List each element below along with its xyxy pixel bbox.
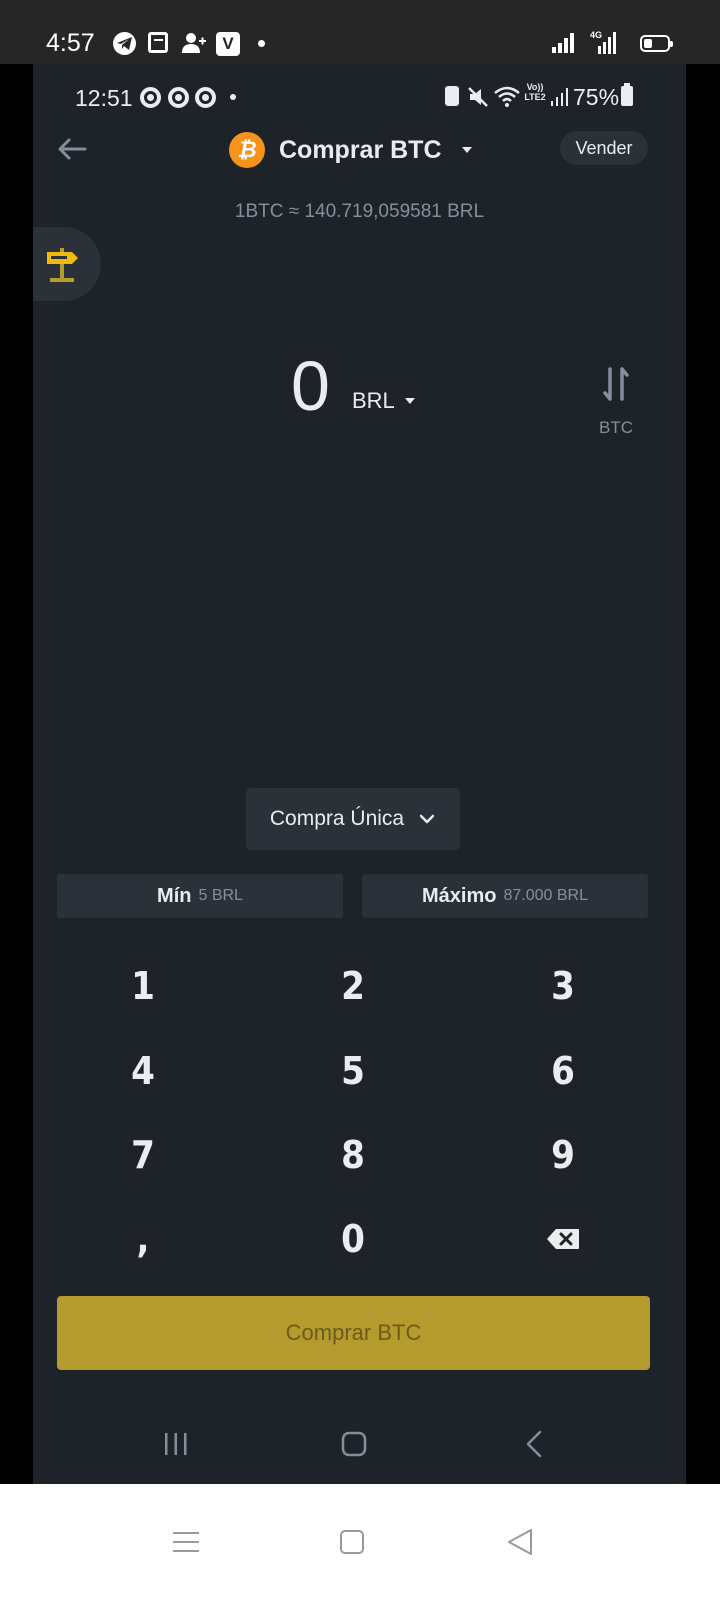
purchase-type-label: Compra Única xyxy=(269,807,405,830)
max-limit-button[interactable]: Máximo 87.000 BRL xyxy=(362,874,648,918)
battery-icon xyxy=(621,83,633,106)
bitcoin-icon: ₿ xyxy=(229,132,265,168)
left-bezel xyxy=(0,64,33,1513)
key-5[interactable]: 5 xyxy=(253,1029,453,1113)
volte-indicator: Vo)) LTE2 xyxy=(524,82,546,102)
key-decimal[interactable]: , xyxy=(43,1197,243,1281)
min-value: 5 BRL xyxy=(198,887,243,904)
key-2[interactable]: 2 xyxy=(253,944,453,1028)
backspace-icon xyxy=(547,1229,579,1249)
outer-time: 4:57 xyxy=(46,29,95,57)
caret-down-icon xyxy=(461,147,472,153)
inner-nav-bar xyxy=(33,1404,686,1484)
chrome-icon xyxy=(195,87,216,108)
key-8[interactable]: 8 xyxy=(253,1113,453,1197)
inner-status-bar: 12:51 Vo)) LTE2 75% xyxy=(33,64,686,122)
signpost-icon xyxy=(47,248,78,282)
max-label: Máximo xyxy=(422,884,497,907)
back-nav-button[interactable] xyxy=(514,1424,554,1464)
battery-percent: 75% xyxy=(573,84,620,110)
outer-menu-button[interactable] xyxy=(168,1524,204,1560)
min-limit-button[interactable]: Mín 5 BRL xyxy=(57,874,343,918)
key-4[interactable]: 4 xyxy=(43,1029,243,1113)
outer-status-bar: 4:57 V 4G xyxy=(0,0,720,64)
lock-icon xyxy=(445,86,459,106)
caret-down-icon xyxy=(404,398,415,404)
back-arrow-icon xyxy=(58,138,87,160)
signal-icon xyxy=(551,88,569,106)
app-screen: 12:51 Vo)) LTE2 75% ₿ Comprar BTC Vender… xyxy=(33,64,686,1513)
max-value: 87.000 BRL xyxy=(503,887,588,904)
min-label: Mín xyxy=(157,884,192,907)
buy-button[interactable]: Comprar BTC xyxy=(57,1296,650,1370)
outer-nav-bar xyxy=(0,1484,720,1600)
amount-display: 0 xyxy=(291,347,330,425)
floating-signpost-button[interactable] xyxy=(33,227,101,301)
key-9[interactable]: 9 xyxy=(463,1113,663,1197)
menu-icon xyxy=(173,1532,199,1552)
outer-home-button[interactable] xyxy=(334,1524,370,1560)
right-bezel xyxy=(686,64,720,1513)
battery-icon xyxy=(640,35,673,52)
coin-selector[interactable]: ₿ Comprar BTC xyxy=(229,130,472,170)
exchange-rate: 1BTC ≈ 140.719,059581 BRL xyxy=(234,201,485,222)
recents-button[interactable] xyxy=(156,1424,196,1464)
signal-icon xyxy=(552,33,576,53)
chrome-icon xyxy=(140,87,161,108)
key-6[interactable]: 6 xyxy=(463,1029,663,1113)
swap-icon xyxy=(603,367,629,401)
chrome-icon xyxy=(168,87,189,108)
v-app-icon: V xyxy=(216,32,240,56)
add-contact-icon xyxy=(182,32,206,54)
news-icon xyxy=(148,32,168,53)
back-icon xyxy=(526,1430,542,1458)
swap-target-label: BTC xyxy=(599,418,633,437)
outer-back-button[interactable] xyxy=(502,1524,538,1560)
page-title: Comprar BTC xyxy=(279,135,442,164)
chevron-down-icon xyxy=(418,810,436,828)
home-button[interactable] xyxy=(334,1424,374,1464)
key-0[interactable]: 0 xyxy=(253,1197,453,1281)
wifi-icon xyxy=(494,84,520,108)
home-icon xyxy=(341,1431,367,1457)
inner-time: 12:51 xyxy=(75,85,133,111)
key-7[interactable]: 7 xyxy=(43,1113,243,1197)
backspace-button[interactable] xyxy=(463,1197,663,1281)
key-1[interactable]: 1 xyxy=(43,944,243,1028)
network-4g-icon: 4G xyxy=(588,30,616,54)
key-3[interactable]: 3 xyxy=(463,944,663,1028)
purchase-type-dropdown[interactable]: Compra Única xyxy=(246,788,460,850)
mute-icon xyxy=(467,86,489,108)
swap-currency-button[interactable] xyxy=(596,364,636,404)
back-button[interactable] xyxy=(53,130,91,168)
notification-dot-icon xyxy=(258,40,265,47)
home-icon xyxy=(340,1530,364,1554)
currency-label: BRL xyxy=(352,388,395,413)
sell-button[interactable]: Vender xyxy=(560,131,648,165)
back-icon xyxy=(508,1529,532,1555)
currency-selector[interactable]: BRL xyxy=(352,386,415,416)
notification-dot-icon xyxy=(230,94,236,100)
telegram-icon xyxy=(113,32,136,55)
recents-icon xyxy=(165,1433,187,1455)
